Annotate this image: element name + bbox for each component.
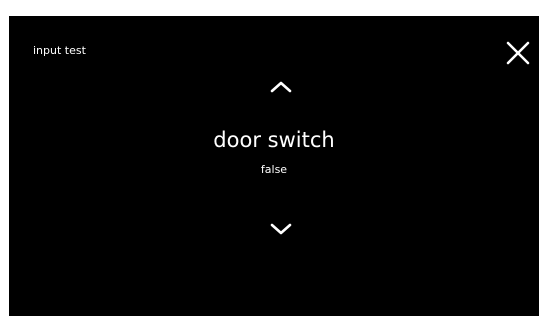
screen-title: input test	[33, 44, 86, 57]
previous-input-button[interactable]	[262, 72, 300, 100]
input-state-value: false	[260, 163, 288, 176]
chevron-up-icon	[270, 81, 292, 93]
close-button[interactable]	[503, 38, 533, 68]
input-test-screen: input test door switch false	[9, 16, 539, 316]
next-input-button[interactable]	[262, 216, 300, 244]
close-icon	[506, 41, 530, 65]
input-name: door switch	[213, 128, 335, 152]
chevron-down-icon	[270, 223, 292, 235]
